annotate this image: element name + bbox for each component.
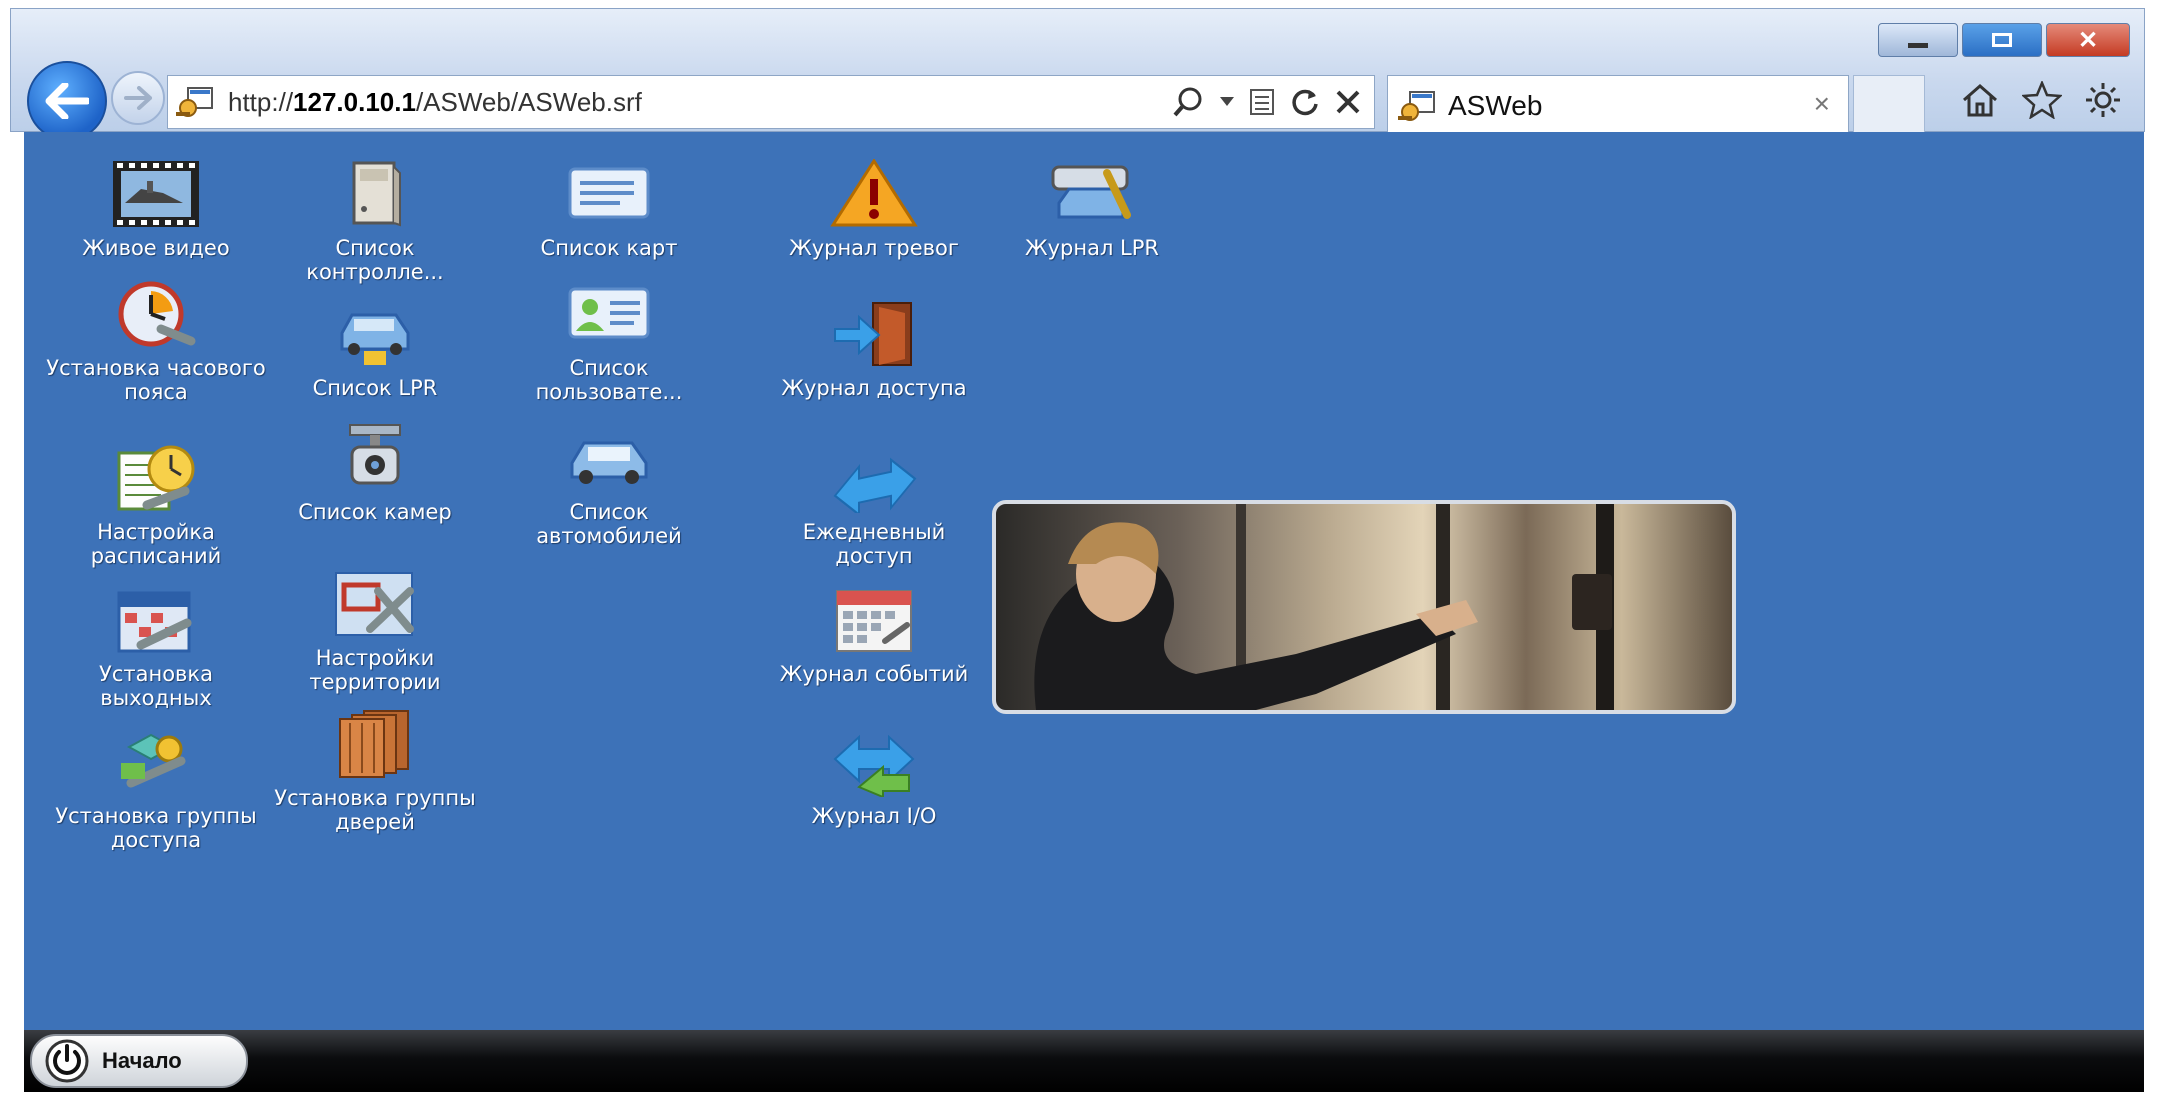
- minimize-icon: [1908, 42, 1928, 48]
- browser-chrome: ✕ http://127.0.10.1/ASWeb/ASWeb.srf ASWe…: [10, 8, 2145, 141]
- minimize-button[interactable]: [1878, 23, 1958, 57]
- icon-label: Установка часового пояса: [46, 356, 266, 404]
- icon-alarm-log[interactable]: Журнал тревог: [764, 158, 984, 260]
- compatibility-view-icon[interactable]: [1248, 87, 1276, 117]
- taskbar: Начало: [24, 1030, 2144, 1092]
- calendar-icon: [836, 590, 912, 652]
- start-button[interactable]: Начало: [30, 1034, 248, 1088]
- controller-device-icon: [352, 161, 401, 227]
- icon-cards[interactable]: Список карт: [499, 158, 719, 260]
- lpr-camera-icon: [1051, 165, 1131, 219]
- search-icon[interactable]: [1172, 85, 1206, 119]
- icon-label: Настройка расписаний: [90, 520, 222, 568]
- card-icon: [568, 167, 650, 219]
- icon-territory[interactable]: Настройки территории: [265, 568, 485, 694]
- home-icon[interactable]: [1960, 82, 2000, 118]
- icon-label: Установка группы дверей: [274, 786, 476, 834]
- refresh-icon[interactable]: [1290, 87, 1320, 117]
- keys-icon: [121, 733, 186, 788]
- icon-schedule[interactable]: Настройка расписаний: [46, 442, 266, 568]
- icon-label: Установка группы доступа: [55, 804, 257, 852]
- url-text: http://127.0.10.1/ASWeb/ASWeb.srf: [228, 86, 642, 117]
- close-window-button[interactable]: ✕: [2046, 23, 2130, 57]
- icon-label: Список контролле...: [306, 236, 444, 284]
- icon-event-log[interactable]: Журнал событий: [764, 584, 984, 686]
- address-bar[interactable]: http://127.0.10.1/ASWeb/ASWeb.srf: [167, 75, 1375, 129]
- icon-label: Список карт: [540, 236, 678, 260]
- icon-label: Журнал LPR: [1024, 236, 1160, 260]
- car-icon: [340, 313, 410, 365]
- icon-controllers[interactable]: Список контролле...: [265, 158, 485, 284]
- icon-access-group[interactable]: Установка группы доступа: [46, 726, 266, 852]
- maximize-icon: [1992, 33, 2012, 47]
- icon-label: Список пользовате...: [535, 356, 683, 404]
- icon-lpr-list[interactable]: Список LPR: [265, 298, 485, 400]
- back-arrow-icon: [45, 83, 89, 119]
- icon-cameras[interactable]: Список камер: [265, 422, 485, 524]
- tab-title: ASWeb: [1448, 89, 1543, 121]
- desktop-area: Живое видео Установка часового пояса Нас…: [24, 132, 2144, 1030]
- icon-lpr-log[interactable]: Журнал LPR: [982, 158, 1202, 260]
- icon-access-log[interactable]: Журнал доступа: [764, 298, 984, 400]
- icon-label: Журнал I/O: [811, 804, 937, 828]
- page-icon: [1398, 90, 1435, 121]
- maximize-button[interactable]: [1962, 23, 2042, 57]
- icon-timezone[interactable]: Установка часового пояса: [46, 278, 266, 404]
- icon-label: Список автомобилей: [536, 500, 682, 548]
- forward-arrow-icon: [124, 86, 152, 110]
- user-card-icon: [568, 287, 650, 339]
- io-arrows-icon: [833, 734, 915, 797]
- car-icon: [570, 441, 648, 484]
- icon-label: Журнал доступа: [781, 376, 967, 400]
- icon-label: Список камер: [298, 500, 452, 524]
- woman-at-door-illustration: [1034, 504, 1614, 710]
- icon-holidays[interactable]: Установка выходных: [46, 584, 266, 710]
- icon-label: Ежедневный доступ: [802, 520, 946, 568]
- clock-wrench-icon: [118, 281, 196, 347]
- warning-icon: [830, 159, 918, 227]
- icon-vehicles[interactable]: Список автомобилей: [499, 422, 719, 548]
- gear-icon[interactable]: [2084, 81, 2122, 119]
- page-icon: [176, 87, 213, 117]
- access-control-photo: [992, 500, 1736, 714]
- browser-toolbar-icons: [1960, 81, 2122, 119]
- double-arrow-icon: [833, 457, 917, 513]
- film-ship-icon: [113, 161, 199, 227]
- close-icon: ✕: [2077, 26, 2099, 54]
- map-tools-icon: [335, 572, 414, 636]
- address-tools: [1172, 82, 1362, 122]
- dropdown-arrow-icon[interactable]: [1220, 97, 1234, 107]
- icon-label: Список LPR: [312, 376, 438, 400]
- calendar-wrench-icon: [117, 591, 192, 653]
- icon-label: Настройки территории: [309, 646, 441, 694]
- favorites-star-icon[interactable]: [2022, 81, 2062, 119]
- icon-door-group[interactable]: Установка группы дверей: [265, 708, 485, 834]
- start-label: Начало: [102, 1048, 182, 1073]
- back-button[interactable]: [27, 61, 107, 141]
- window-controls: ✕: [1878, 23, 2130, 57]
- tab-close-icon[interactable]: ×: [1814, 88, 1830, 120]
- icon-label: Журнал тревог: [789, 236, 959, 260]
- doors-icon: [339, 710, 409, 778]
- power-icon: [45, 1039, 89, 1083]
- tab-asweb[interactable]: ASWeb ×: [1387, 75, 1849, 135]
- icon-label: Установка выходных: [99, 662, 213, 710]
- camera-icon: [349, 424, 401, 485]
- schedule-wrench-icon: [117, 445, 195, 511]
- icon-label: Журнал событий: [779, 662, 969, 686]
- icon-daily-access[interactable]: Ежедневный доступ: [764, 442, 984, 568]
- stop-icon[interactable]: [1334, 88, 1362, 116]
- icon-io-log[interactable]: Журнал I/O: [764, 726, 984, 828]
- forward-button[interactable]: [111, 71, 165, 125]
- icon-users[interactable]: Список пользовате...: [499, 278, 719, 404]
- new-tab-button[interactable]: [1853, 75, 1925, 135]
- door-arrow-icon: [834, 302, 912, 366]
- icon-label: Живое видео: [82, 236, 230, 260]
- icon-live-video[interactable]: Живое видео: [46, 158, 266, 260]
